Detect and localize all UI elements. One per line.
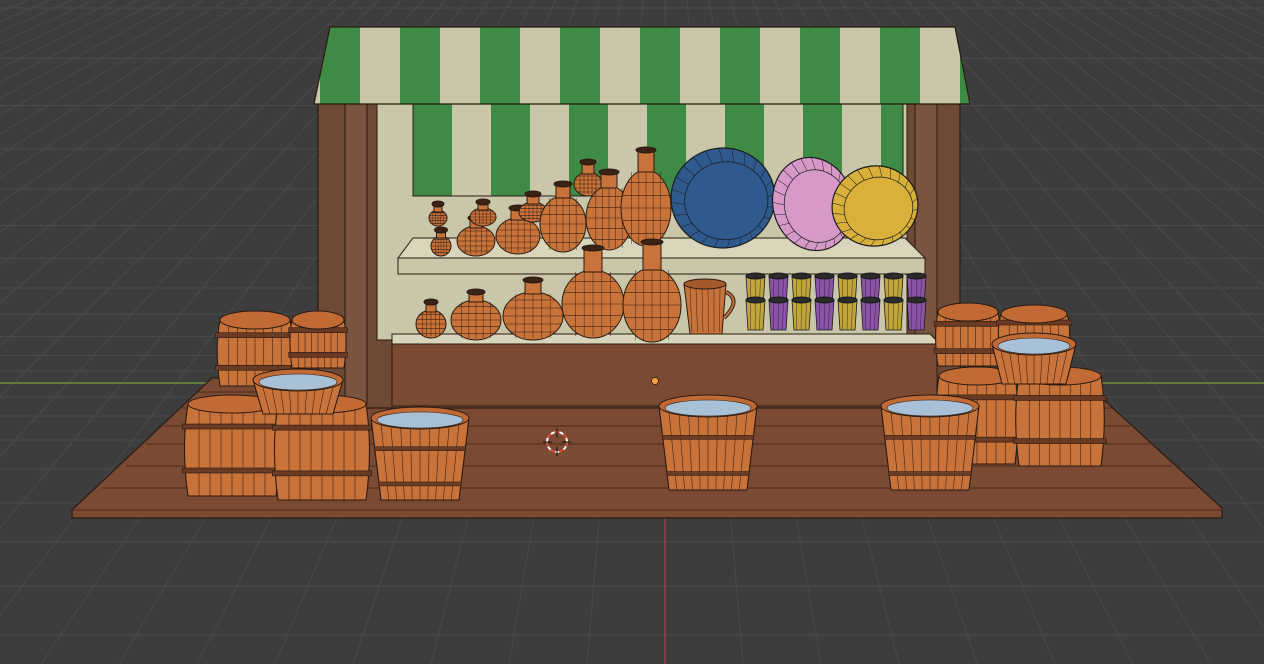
barrel[interactable] [933,302,1003,367]
cup[interactable] [906,296,927,331]
bucket[interactable] [252,368,344,415]
awning[interactable] [313,26,971,105]
bucket[interactable] [991,332,1077,385]
cup[interactable] [814,296,835,331]
bucket[interactable] [880,394,980,491]
bucket[interactable] [658,394,758,491]
cup[interactable] [791,296,812,331]
bucket[interactable] [370,406,470,501]
viewport-canvas[interactable] [0,0,1264,664]
3d-viewport[interactable] [0,0,1264,664]
cup[interactable] [860,296,881,331]
cup[interactable] [745,296,766,331]
barrel[interactable] [288,310,348,369]
vase[interactable] [428,200,448,227]
origin-dot-icon[interactable] [651,377,659,385]
cup[interactable] [837,296,858,331]
cup[interactable] [883,296,904,331]
cup[interactable] [768,296,789,331]
